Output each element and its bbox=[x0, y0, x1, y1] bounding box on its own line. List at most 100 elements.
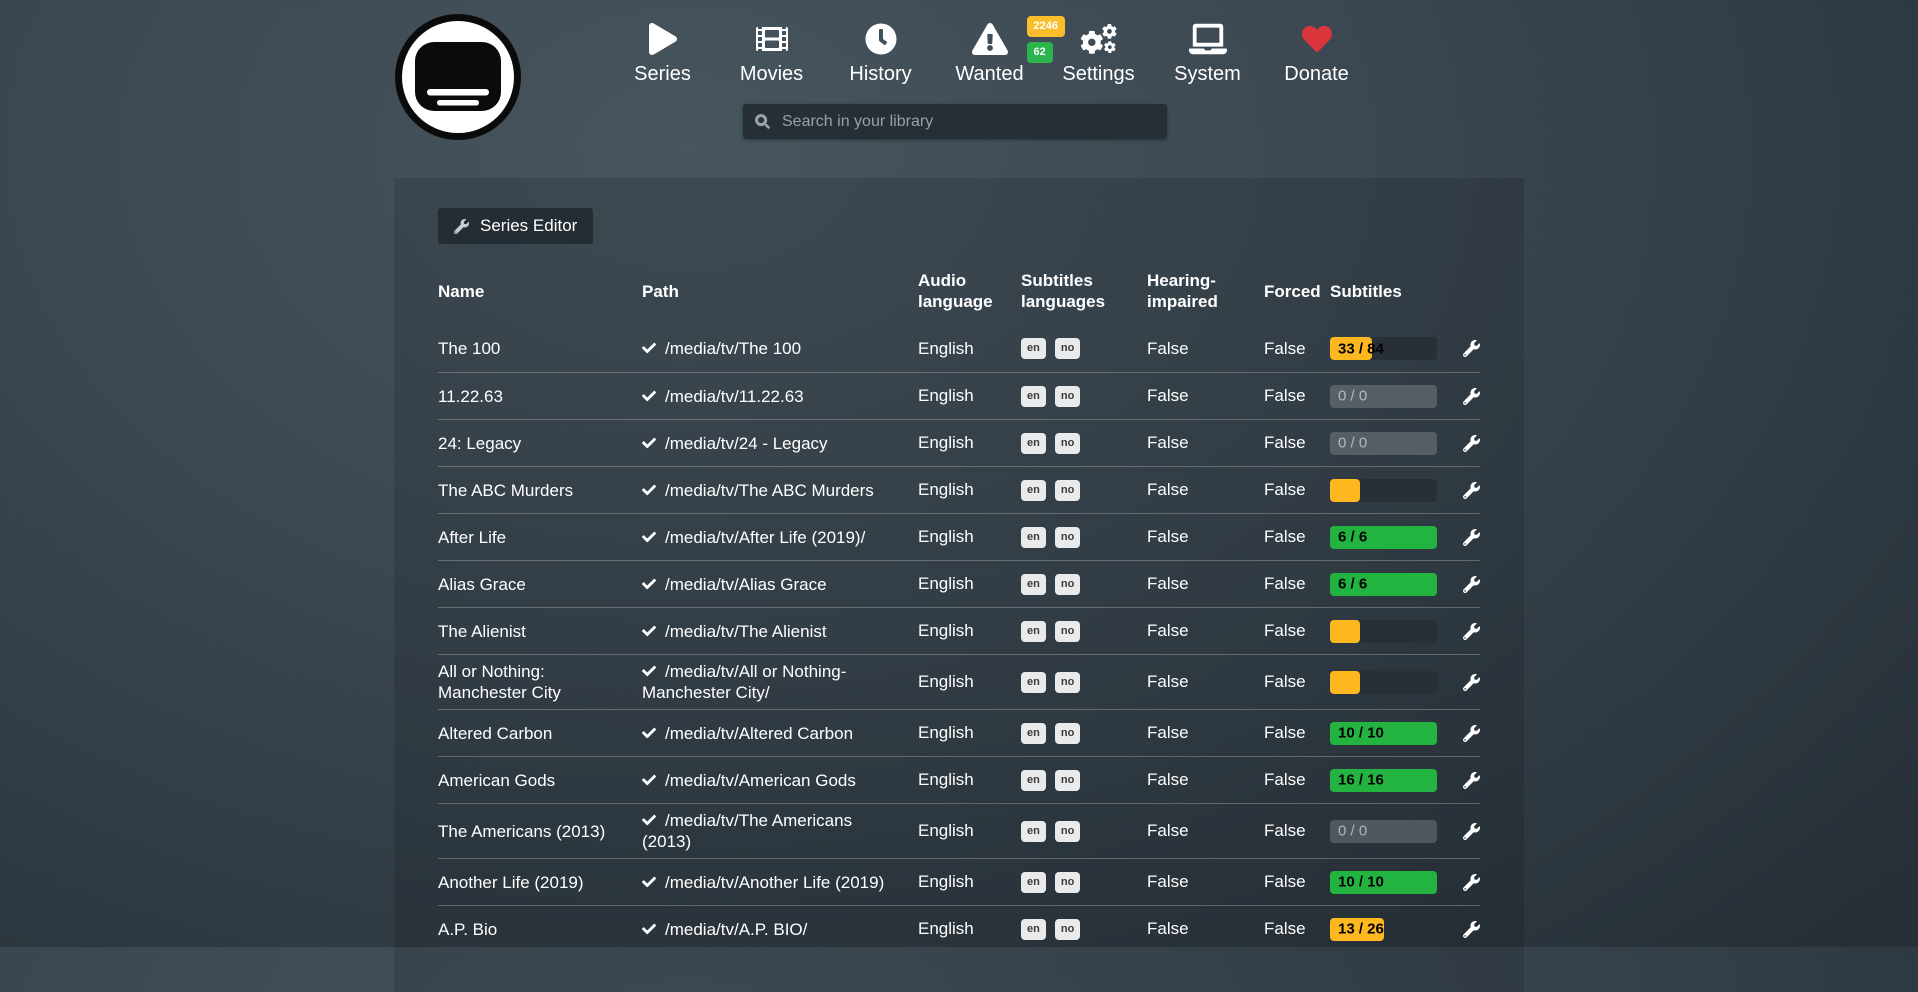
series-row: The ABC Murders /media/tv/The ABC Murder… bbox=[438, 466, 1480, 513]
wrench-icon bbox=[1463, 576, 1480, 593]
subtitles-progress-bar: 0 / 0 bbox=[1330, 820, 1437, 843]
nav-item-settings[interactable]: Settings bbox=[1044, 20, 1153, 86]
series-name[interactable]: The ABC Murders bbox=[438, 480, 642, 501]
audio-language: English bbox=[918, 723, 1021, 743]
subtitles-progress-label: 0 / 0 bbox=[1338, 388, 1367, 405]
hearing-impaired-value: False bbox=[1147, 574, 1264, 594]
subtitles-languages: enno bbox=[1021, 821, 1147, 842]
edit-series-button[interactable] bbox=[1463, 725, 1480, 742]
series-name[interactable]: 11.22.63 bbox=[438, 386, 642, 407]
language-badge: en bbox=[1021, 723, 1046, 744]
forced-value: False bbox=[1264, 386, 1330, 406]
library-search-bar bbox=[743, 104, 1167, 139]
wrench-icon bbox=[1463, 674, 1480, 691]
hearing-impaired-value: False bbox=[1147, 527, 1264, 547]
series-name[interactable]: The Americans (2013) bbox=[438, 821, 642, 842]
column-header-name: Name bbox=[438, 281, 642, 302]
edit-series-button[interactable] bbox=[1463, 772, 1480, 789]
series-name[interactable]: Another Life (2019) bbox=[438, 872, 642, 893]
language-badge: en bbox=[1021, 672, 1046, 693]
warning-triangle-icon bbox=[972, 23, 1008, 55]
series-editor-button[interactable]: Series Editor bbox=[438, 208, 593, 244]
edit-series-button[interactable] bbox=[1463, 921, 1480, 938]
language-badge: no bbox=[1055, 919, 1080, 940]
forced-value: False bbox=[1264, 821, 1330, 841]
series-name[interactable]: Altered Carbon bbox=[438, 723, 642, 744]
series-row: The Americans (2013) /media/tv/The Ameri… bbox=[438, 803, 1480, 858]
edit-series-button[interactable] bbox=[1463, 435, 1480, 452]
search-input[interactable] bbox=[780, 112, 1155, 132]
edit-series-button[interactable] bbox=[1463, 482, 1480, 499]
edit-series-button[interactable] bbox=[1463, 874, 1480, 891]
forced-value: False bbox=[1264, 574, 1330, 594]
series-path: /media/tv/American Gods bbox=[642, 770, 918, 791]
nav-item-movies[interactable]: Movies bbox=[717, 20, 826, 86]
series-name[interactable]: All or Nothing: Manchester City bbox=[438, 661, 642, 703]
subtitles-progress-label: 10 / 10 bbox=[1338, 874, 1384, 891]
series-path: /media/tv/24 - Legacy bbox=[642, 433, 918, 454]
series-name[interactable]: Alias Grace bbox=[438, 574, 642, 595]
subtitles-progress-bar: 10 / 10 bbox=[1330, 722, 1437, 745]
language-badge: no bbox=[1055, 872, 1080, 893]
nav-item-system[interactable]: System bbox=[1153, 20, 1262, 86]
check-icon bbox=[642, 481, 656, 502]
subtitles-progress-label: 6 / 6 bbox=[1338, 529, 1367, 546]
series-name[interactable]: 24: Legacy bbox=[438, 433, 642, 454]
language-badge: no bbox=[1055, 821, 1080, 842]
subtitles-languages: enno bbox=[1021, 386, 1147, 407]
hearing-impaired-value: False bbox=[1147, 821, 1264, 841]
play-icon bbox=[649, 23, 677, 55]
nav-label-series: Series bbox=[634, 63, 691, 86]
audio-language: English bbox=[918, 672, 1021, 692]
edit-series-button[interactable] bbox=[1463, 529, 1480, 546]
series-path: /media/tv/The 100 bbox=[642, 338, 918, 359]
check-icon bbox=[642, 622, 656, 643]
hearing-impaired-value: False bbox=[1147, 872, 1264, 892]
series-name[interactable]: A.P. Bio bbox=[438, 919, 642, 940]
language-badge: en bbox=[1021, 919, 1046, 940]
search-icon bbox=[755, 114, 770, 129]
forced-value: False bbox=[1264, 919, 1330, 939]
nav-item-history[interactable]: History bbox=[826, 20, 935, 86]
hearing-impaired-value: False bbox=[1147, 919, 1264, 939]
series-name[interactable]: The Alienist bbox=[438, 621, 642, 642]
series-name[interactable]: The 100 bbox=[438, 338, 642, 359]
nav-label-wanted: Wanted bbox=[955, 63, 1023, 86]
forced-value: False bbox=[1264, 621, 1330, 641]
column-header-audio-language: Audio language bbox=[918, 270, 1021, 312]
subtitles-languages: enno bbox=[1021, 480, 1147, 501]
edit-series-button[interactable] bbox=[1463, 623, 1480, 640]
check-icon bbox=[642, 575, 656, 596]
nav-item-donate[interactable]: Donate bbox=[1262, 20, 1371, 86]
wrench-icon bbox=[1463, 340, 1480, 357]
series-path: /media/tv/The Alienist bbox=[642, 621, 918, 642]
check-icon bbox=[642, 724, 656, 745]
forced-value: False bbox=[1264, 770, 1330, 790]
check-icon bbox=[642, 771, 656, 792]
subtitles-languages: enno bbox=[1021, 338, 1147, 359]
language-badge: en bbox=[1021, 433, 1046, 454]
audio-language: English bbox=[918, 621, 1021, 641]
edit-series-button[interactable] bbox=[1463, 576, 1480, 593]
edit-series-button[interactable] bbox=[1463, 674, 1480, 691]
check-icon bbox=[642, 434, 656, 455]
bazarr-logo[interactable] bbox=[394, 13, 522, 141]
series-name[interactable]: After Life bbox=[438, 527, 642, 548]
series-row: Another Life (2019) /media/tv/Another Li… bbox=[438, 858, 1480, 905]
series-name[interactable]: American Gods bbox=[438, 770, 642, 791]
edit-series-button[interactable] bbox=[1463, 388, 1480, 405]
column-header-path: Path bbox=[642, 281, 918, 302]
nav-item-series[interactable]: Series bbox=[608, 20, 717, 86]
edit-series-button[interactable] bbox=[1463, 823, 1480, 840]
subtitles-progress-bar: 0 / 0 bbox=[1330, 432, 1437, 455]
language-badge: en bbox=[1021, 770, 1046, 791]
nav-item-wanted[interactable]: Wanted 2246 62 bbox=[935, 20, 1044, 86]
series-row: The Alienist /media/tv/The Alienist Engl… bbox=[438, 607, 1480, 654]
subtitles-progress-label: 0 / 0 bbox=[1338, 435, 1367, 452]
subtitles-languages: enno bbox=[1021, 770, 1147, 791]
edit-series-button[interactable] bbox=[1463, 340, 1480, 357]
language-badge: en bbox=[1021, 574, 1046, 595]
tv-subtitles-logo-icon bbox=[394, 13, 522, 141]
language-badge: en bbox=[1021, 480, 1046, 501]
column-header-subtitles-languages: Subtitles languages bbox=[1021, 270, 1147, 312]
